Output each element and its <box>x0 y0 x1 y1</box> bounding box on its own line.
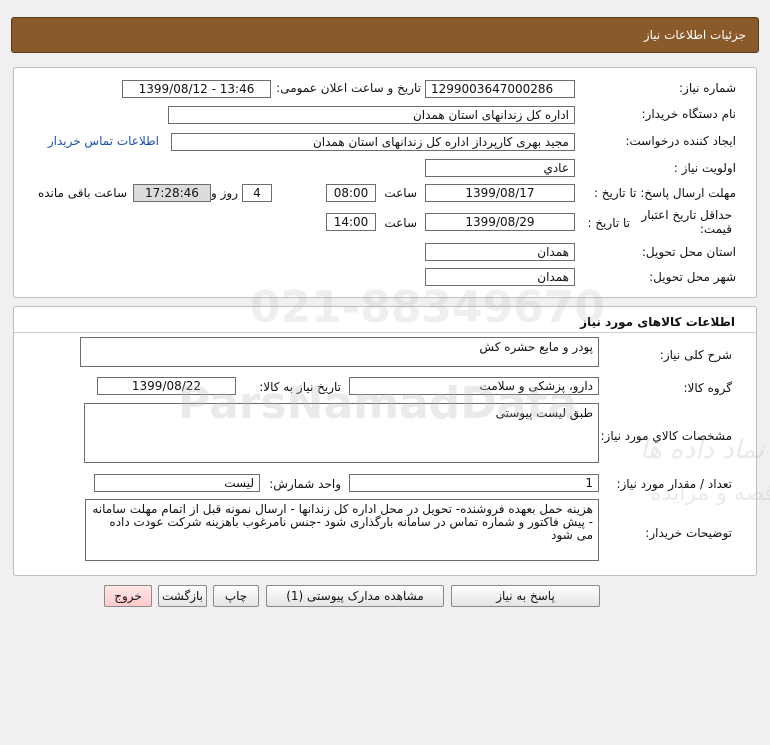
specs-field: طبق لیست پیوستی <box>84 403 599 463</box>
qty-field: 1 <box>349 474 599 492</box>
creator-field: مجید بهری کارپرداز اداره کل زندانهای است… <box>171 133 575 151</box>
need-date-field: 1399/08/22 <box>97 377 236 395</box>
validity-label: حداقل تاریخ اعتبار قیمت: <box>632 208 732 236</box>
need-date-label: تاریخ نیاز به کالا: <box>259 380 341 394</box>
buyer-org-label: نام دستگاه خریدار: <box>641 107 737 121</box>
summary-label: شرح کلی نیاز: <box>659 348 732 362</box>
buyer-org-field: اداره کل زندانهای استان همدان <box>168 106 575 124</box>
reply-button[interactable]: پاسخ به نیاز <box>451 585 600 607</box>
creator-label: ایجاد کننده درخواست: <box>625 134 736 148</box>
deadline-time-field: 08:00 <box>326 184 376 202</box>
need-number-field: 1299003647000286 <box>425 80 575 98</box>
goods-section-title: اطلاعات کالاهای مورد نیاز <box>580 315 735 329</box>
days-field: 4 <box>242 184 272 202</box>
deadline-label: مهلت ارسال پاسخ: تا تاریخ : <box>593 186 736 200</box>
validity-date-field: 1399/08/29 <box>425 213 575 231</box>
province-label: استان محل تحویل: <box>641 245 736 259</box>
city-field: همدان <box>425 268 575 286</box>
unit-label: واحد شمارش: <box>269 477 341 491</box>
validity-time-label: ساعت <box>384 216 417 230</box>
remaining-label: ساعت باقی مانده <box>37 186 127 200</box>
qty-label: تعداد / مقدار مورد نیاز: <box>616 477 732 491</box>
province-field: همدان <box>425 243 575 261</box>
attachments-button[interactable]: مشاهده مدارک پیوستی (1) <box>266 585 444 607</box>
priority-label: اولویت نیاز : <box>673 161 736 175</box>
unit-field: لیست <box>94 474 260 492</box>
page-title-bar: جزئیات اطلاعات نیاز <box>11 17 759 53</box>
goods-section-divider <box>14 332 756 333</box>
print-button[interactable]: چاپ <box>213 585 259 607</box>
notes-field: هزینه حمل بعهده فروشنده- تحویل در محل اد… <box>85 499 599 561</box>
announce-field: 1399/08/12 - 13:46 <box>122 80 271 98</box>
page-title: جزئیات اطلاعات نیاز <box>643 28 746 42</box>
validity-date-label: تا تاریخ : <box>587 216 630 230</box>
remaining-time-field: 17:28:46 <box>133 184 211 202</box>
back-button[interactable]: بازگشت <box>158 585 207 607</box>
city-label: شهر محل تحویل: <box>649 270 736 284</box>
days-label: روز و <box>211 186 238 200</box>
priority-field: عادي <box>425 159 575 177</box>
contact-info-link[interactable]: اطلاعات تماس خریدار <box>48 134 159 148</box>
deadline-time-label: ساعت <box>384 186 417 200</box>
summary-field: پودر و مایع حشره کش <box>80 337 599 367</box>
deadline-date-field: 1399/08/17 <box>425 184 575 202</box>
group-field: دارو، پزشکی و سلامت <box>349 377 599 395</box>
notes-label: توضیحات خریدار: <box>645 526 732 540</box>
validity-label-text: حداقل تاریخ اعتبار قیمت: <box>641 208 732 236</box>
group-label: گروه کالا: <box>683 381 733 395</box>
announce-label: تاریخ و ساعت اعلان عمومی: <box>276 81 421 95</box>
validity-time-field: 14:00 <box>326 213 376 231</box>
need-info-panel <box>13 67 757 298</box>
exit-button[interactable]: خروج <box>104 585 152 607</box>
specs-label: مشخصات کالاي مورد نیاز: <box>600 429 732 443</box>
need-number-label: شماره نیاز: <box>679 81 736 95</box>
